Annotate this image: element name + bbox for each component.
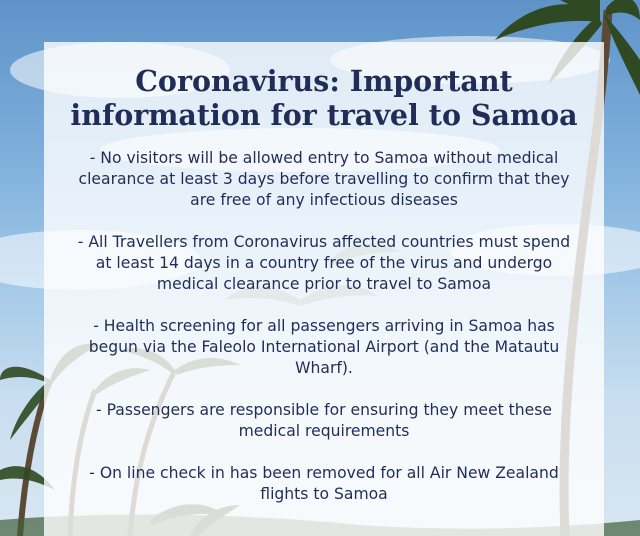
title-line-1: Coronavirus: Important: [135, 64, 513, 98]
title-line-2: information for travel to Samoa: [70, 98, 578, 132]
bullet-item-affected-countries: - All Travellers from Coronavirus affect…: [77, 233, 571, 293]
bullet-item-passenger-responsibility: - Passengers are responsible for ensurin…: [96, 401, 552, 440]
bullet-item-online-check-in: - On line check in has been removed for …: [89, 464, 559, 503]
bullet-item-medical-clearance: - No visitors will be allowed entry to S…: [78, 149, 570, 209]
bullet-item-health-screening: - Health screening for all passengers ar…: [88, 317, 560, 377]
bullet-list: - No visitors will be allowed entry to S…: [52, 148, 596, 526]
poster-title: Coronavirus: Important information for t…: [44, 64, 604, 132]
info-panel: Coronavirus: Important information for t…: [44, 42, 604, 536]
